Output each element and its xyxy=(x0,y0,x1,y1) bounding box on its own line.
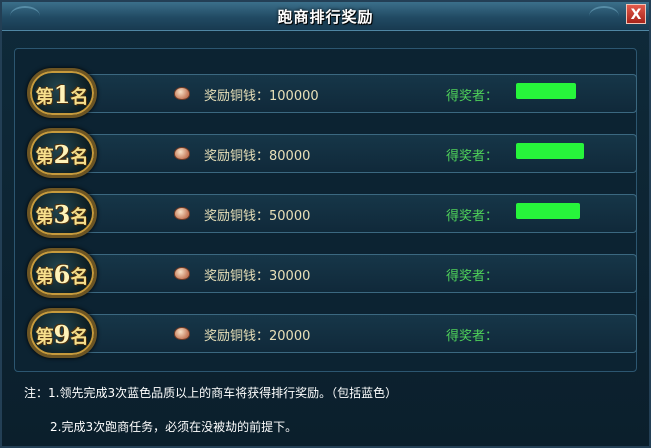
note-line-2: 2.完成3次跑商任务，必须在没被劫的前提下。 xyxy=(50,420,298,434)
ranking-reward-window: 跑商排行奖励 X 奖励铜钱：100000 得奖者： 奖励铜钱：80000 得奖者… xyxy=(0,0,651,448)
winner-name-masked xyxy=(516,143,584,159)
reward-text: 奖励铜钱：30000 xyxy=(204,265,310,284)
window-title: 跑商排行奖励 xyxy=(277,8,374,26)
ranking-row: 奖励铜钱：80000 得奖者： xyxy=(55,134,637,173)
rank-number: 2 xyxy=(53,140,71,169)
reward-label: 奖励铜钱： xyxy=(204,209,270,224)
rank-prefix: 第 xyxy=(35,147,54,168)
rank-suffix: 名 xyxy=(70,147,89,168)
reward-text: 奖励铜钱：50000 xyxy=(204,205,310,224)
ranking-row: 奖励铜钱：100000 得奖者： xyxy=(55,74,637,113)
reward-amount: 30000 xyxy=(269,269,311,284)
winner-name-masked xyxy=(516,83,576,99)
close-icon: X xyxy=(630,7,642,23)
rank-badge-2: 第2名 xyxy=(27,128,97,178)
winner-name-masked xyxy=(516,203,580,219)
rank-badge-9: 第9名 xyxy=(27,308,97,358)
rank-suffix: 名 xyxy=(70,267,89,288)
reward-label: 奖励铜钱： xyxy=(204,89,270,104)
rank-number: 9 xyxy=(53,320,71,349)
winner-label: 得奖者： xyxy=(446,269,499,284)
rank-suffix: 名 xyxy=(70,327,89,348)
winner-label: 得奖者： xyxy=(446,209,499,224)
copper-coin-icon xyxy=(174,87,190,100)
copper-coin-icon xyxy=(174,327,190,340)
rank-suffix: 名 xyxy=(70,87,89,108)
rank-prefix: 第 xyxy=(35,327,54,348)
reward-text: 奖励铜钱：100000 xyxy=(204,85,319,104)
close-button[interactable]: X xyxy=(626,4,646,24)
rank-prefix: 第 xyxy=(35,87,54,108)
rank-suffix: 名 xyxy=(70,207,89,228)
ranking-row: 奖励铜钱：30000 得奖者： xyxy=(55,254,637,293)
rank-number: 3 xyxy=(53,200,71,229)
rank-badge-3: 第3名 xyxy=(27,188,97,238)
ranking-row: 奖励铜钱：50000 得奖者： xyxy=(55,194,637,233)
reward-label: 奖励铜钱： xyxy=(204,269,270,284)
ranking-row: 奖励铜钱：20000 得奖者： xyxy=(55,314,637,353)
rank-prefix: 第 xyxy=(35,267,54,288)
reward-amount: 50000 xyxy=(269,209,311,224)
winner-label: 得奖者： xyxy=(446,149,499,164)
note-line-1: 注：1.领先完成3次蓝色品质以上的商车将获得排行奖励。（包括蓝色） xyxy=(24,386,398,400)
rank-number: 6 xyxy=(53,260,71,289)
copper-coin-icon xyxy=(174,147,190,160)
winner-label: 得奖者： xyxy=(446,89,499,104)
reward-amount: 100000 xyxy=(269,89,319,104)
copper-coin-icon xyxy=(174,207,190,220)
reward-text: 奖励铜钱：20000 xyxy=(204,325,310,344)
reward-label: 奖励铜钱： xyxy=(204,149,270,164)
copper-coin-icon xyxy=(174,267,190,280)
rank-badge-1: 第1名 xyxy=(27,68,97,118)
rank-badge-6: 第6名 xyxy=(27,248,97,298)
rank-prefix: 第 xyxy=(35,207,54,228)
reward-label: 奖励铜钱： xyxy=(204,329,270,344)
reward-text: 奖励铜钱：80000 xyxy=(204,145,310,164)
reward-amount: 80000 xyxy=(269,149,311,164)
title-bar[interactable]: 跑商排行奖励 xyxy=(2,2,649,31)
rank-number: 1 xyxy=(53,80,71,109)
ranking-list-panel: 奖励铜钱：100000 得奖者： 奖励铜钱：80000 得奖者： 奖励铜钱：50… xyxy=(14,48,637,372)
reward-amount: 20000 xyxy=(269,329,311,344)
winner-label: 得奖者： xyxy=(446,329,499,344)
